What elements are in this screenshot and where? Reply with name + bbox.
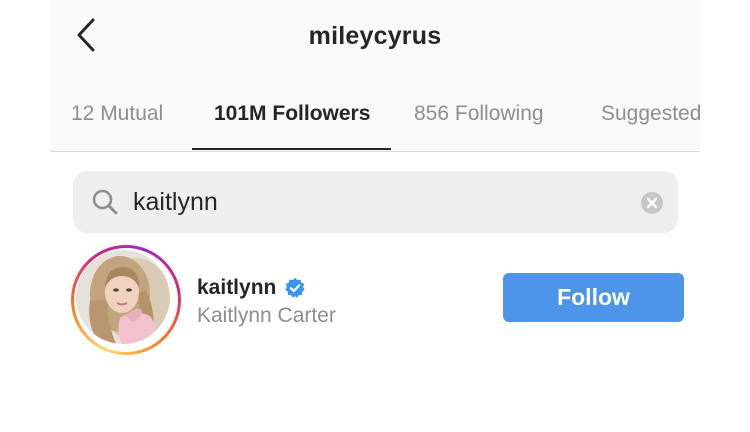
tab-followers[interactable]: 101M Followers xyxy=(214,102,370,126)
story-ring xyxy=(71,245,181,355)
full-name: Kaitlynn Carter xyxy=(197,304,336,327)
tab-suggested[interactable]: Suggested xyxy=(601,102,701,126)
tab-bar: 12 Mutual 101M Followers 856 Following S… xyxy=(50,98,701,152)
tab-mutual[interactable]: 12 Mutual xyxy=(71,102,163,126)
active-tab-indicator xyxy=(192,148,391,150)
header-divider xyxy=(50,151,700,152)
verified-badge-icon xyxy=(285,277,306,298)
search-icon xyxy=(92,189,118,215)
username[interactable]: kaitlynn xyxy=(197,276,276,300)
follow-button[interactable]: Follow xyxy=(503,273,684,322)
header: mileycyrus 12 Mutual 101M Followers 856 … xyxy=(50,0,701,152)
avatar[interactable] xyxy=(76,250,170,344)
tab-following[interactable]: 856 Following xyxy=(414,102,544,126)
search-input[interactable] xyxy=(133,185,623,219)
clear-icon[interactable] xyxy=(640,191,664,215)
avatar-image xyxy=(76,250,170,344)
followers-screen: mileycyrus 12 Mutual 101M Followers 856 … xyxy=(50,0,701,432)
search-bar[interactable] xyxy=(73,171,678,233)
username-row: kaitlynn xyxy=(197,274,306,302)
profile-title: mileycyrus xyxy=(308,22,442,50)
